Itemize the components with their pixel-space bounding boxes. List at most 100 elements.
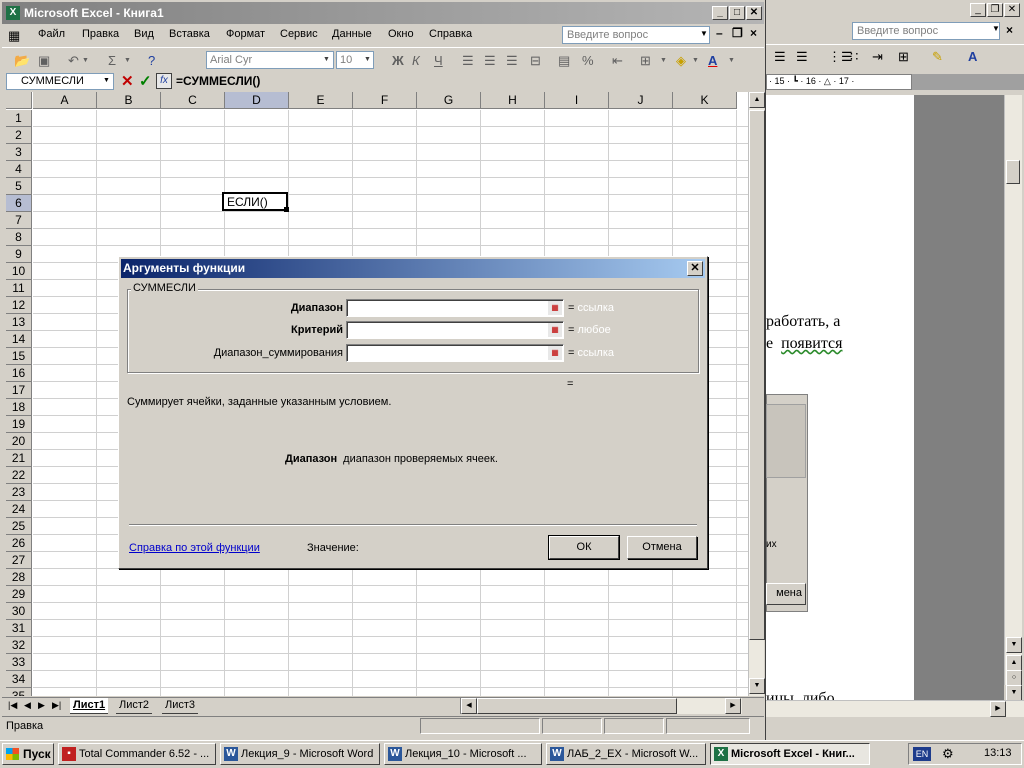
arg-input-criteria[interactable]: ▦ <box>346 321 564 339</box>
next-page-icon[interactable]: ▼ <box>1006 685 1022 701</box>
font-color-icon[interactable]: A <box>708 52 717 70</box>
autosum-icon[interactable]: Σ <box>108 52 116 70</box>
close-icon[interactable]: × <box>750 26 757 40</box>
scroll-right-icon[interactable]: ▶ <box>725 698 741 714</box>
tray-icons[interactable]: ⚙ <box>942 746 954 762</box>
select-browse-icon[interactable]: ○ <box>1006 670 1022 686</box>
help-icon[interactable]: ? <box>148 52 155 70</box>
sheet-tab-2[interactable]: Лист2 <box>116 698 153 714</box>
align-center-icon[interactable]: ☰ <box>774 49 786 65</box>
last-sheet-icon[interactable]: ▶| <box>52 700 61 711</box>
word-scroll-thumb[interactable] <box>1006 160 1020 184</box>
save-icon[interactable]: ▣ <box>38 52 50 70</box>
scroll-up-icon[interactable]: ▲ <box>749 92 765 108</box>
restore-icon[interactable]: ❐ <box>732 26 743 40</box>
undo-icon[interactable]: ↶ <box>68 52 79 70</box>
minimize-icon[interactable]: _ <box>970 3 986 17</box>
first-sheet-icon[interactable]: |◀ <box>8 700 17 711</box>
menu-insert[interactable]: Вставка <box>169 28 210 40</box>
name-box[interactable]: СУММЕСЛИ <box>6 73 114 90</box>
close-icon[interactable]: ✕ <box>1004 3 1020 17</box>
arg-input-sum-range[interactable]: ▦ <box>346 344 564 362</box>
menu-tools[interactable]: Сервис <box>280 28 318 40</box>
open-icon[interactable]: 📂 <box>14 52 30 70</box>
chevron-down-icon[interactable]: ▼ <box>103 77 110 84</box>
italic-button[interactable]: К <box>412 52 420 70</box>
chevron-down-icon[interactable]: ▼ <box>660 52 667 70</box>
chevron-down-icon[interactable]: ▼ <box>992 24 1000 33</box>
collapse-dialog-icon[interactable]: ▦ <box>548 346 562 360</box>
font-color-icon[interactable]: A <box>968 49 977 65</box>
ask-question-input[interactable]: Введите вопрос <box>562 26 710 44</box>
cancel-button[interactable]: Отмена <box>627 536 697 559</box>
active-cell[interactable]: ЕСЛИ() <box>222 192 288 211</box>
align-left-icon[interactable]: ☰ <box>462 52 474 70</box>
horizontal-scrollbar[interactable]: ◀ ▶ <box>460 698 742 714</box>
menu-view[interactable]: Вид <box>134 28 154 40</box>
taskbar-item-total-commander[interactable]: ▪ Total Commander 6.52 - ... <box>58 743 216 765</box>
collapse-dialog-icon[interactable]: ▦ <box>548 323 562 337</box>
restore-icon[interactable]: ❐ <box>987 3 1003 17</box>
collapse-dialog-icon[interactable]: ▦ <box>548 301 562 315</box>
border-icon[interactable]: ⊞ <box>898 49 909 65</box>
formula-bar-input[interactable]: =СУММЕСЛИ() <box>176 74 260 88</box>
sheet-tab-3[interactable]: Лист3 <box>162 698 199 714</box>
chevron-down-icon[interactable]: ▼ <box>700 29 708 38</box>
percent-button[interactable]: % <box>582 52 594 70</box>
word-horizontal-scrollbar[interactable] <box>766 700 1024 717</box>
chevron-down-icon[interactable]: ▼ <box>323 56 330 63</box>
menu-window[interactable]: Окно <box>388 28 414 40</box>
taskbar-item-lecture10[interactable]: W Лекция_10 - Microsoft ... <box>384 743 542 765</box>
numbered-list-icon[interactable]: ⋮☰ <box>828 49 853 65</box>
taskbar-item-lab2[interactable]: W ЛАБ_2_EX - Microsoft W... <box>546 743 706 765</box>
scroll-left-icon[interactable]: ◀ <box>461 698 477 714</box>
align-center-icon[interactable]: ☰ <box>484 52 496 70</box>
chevron-down-icon[interactable]: ▼ <box>692 52 699 70</box>
currency-icon[interactable]: ▤ <box>558 52 570 70</box>
close-icon[interactable]: × <box>1006 23 1013 37</box>
chevron-down-icon[interactable]: ▼ <box>82 52 89 70</box>
chevron-down-icon[interactable]: ▼ <box>124 52 131 70</box>
taskbar-item-lecture9[interactable]: W Лекция_9 - Microsoft Word <box>220 743 380 765</box>
language-indicator[interactable]: EN <box>913 747 931 761</box>
align-right-icon[interactable]: ☰ <box>506 52 518 70</box>
scroll-thumb[interactable] <box>477 698 677 714</box>
menu-file[interactable]: Файл <box>38 28 65 40</box>
menu-help[interactable]: Справка <box>429 28 472 40</box>
cancel-formula-icon[interactable]: ✕ <box>121 72 134 90</box>
justify-icon[interactable]: ☰ <box>796 49 808 65</box>
maximize-icon[interactable]: □ <box>729 6 745 20</box>
prev-sheet-icon[interactable]: ◀ <box>24 700 31 711</box>
fill-handle[interactable] <box>284 207 289 212</box>
word-ask-input[interactable]: Введите вопрос <box>852 22 1000 40</box>
menu-data[interactable]: Данные <box>332 28 372 40</box>
indent-icon[interactable]: ⇥ <box>872 49 883 65</box>
arg-input-range[interactable]: ▦ <box>346 299 564 317</box>
fill-color-icon[interactable]: ◈ <box>676 52 686 70</box>
bold-button[interactable]: Ж <box>392 52 404 70</box>
scroll-down-icon[interactable]: ▼ <box>1006 637 1022 653</box>
underline-button[interactable]: Ч <box>434 52 443 70</box>
highlight-icon[interactable]: ✎ <box>932 49 943 65</box>
menu-format[interactable]: Формат <box>226 28 265 40</box>
close-icon[interactable]: ✕ <box>746 6 762 20</box>
font-name-select[interactable]: Arial Cyr <box>206 51 334 69</box>
ok-button[interactable]: ОК <box>548 535 620 560</box>
workbook-icon[interactable]: ▦ <box>8 28 20 44</box>
merge-center-icon[interactable]: ⊟ <box>530 52 541 70</box>
scroll-right-icon[interactable]: ▶ <box>990 701 1006 717</box>
sheet-tab-1[interactable]: Лист1 <box>70 698 109 714</box>
minimize-icon[interactable]: _ <box>712 6 728 20</box>
scroll-down-icon[interactable]: ▼ <box>749 678 765 694</box>
minimize-icon[interactable]: – <box>716 26 723 40</box>
insert-function-icon[interactable]: fx <box>156 73 172 89</box>
menu-edit[interactable]: Правка <box>82 28 119 40</box>
enter-formula-icon[interactable]: ✓ <box>139 72 152 90</box>
borders-icon[interactable]: ⊞ <box>640 52 651 70</box>
taskbar-item-excel[interactable]: X Microsoft Excel - Книг... <box>710 743 870 765</box>
chevron-down-icon[interactable]: ▼ <box>728 52 735 70</box>
decrease-indent-icon[interactable]: ⇤ <box>612 52 623 70</box>
scroll-thumb[interactable] <box>749 110 765 640</box>
close-icon[interactable]: ✕ <box>687 261 703 276</box>
vertical-scrollbar[interactable]: ▲ ▼ <box>748 92 765 696</box>
